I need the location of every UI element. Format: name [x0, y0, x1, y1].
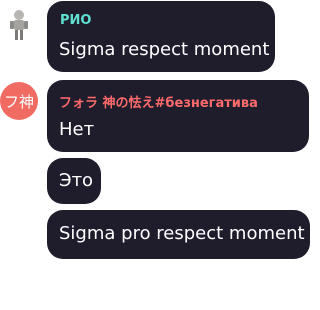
avatar-rio[interactable] [4, 8, 34, 44]
message-author[interactable]: フォラ 神の怯え#безнегатива [59, 92, 258, 111]
message-text: Sigma respect moment [59, 39, 270, 60]
message-text: Нет [59, 119, 95, 140]
message-author[interactable]: РИО [60, 13, 91, 28]
message-text: Sigma pro respect moment [59, 223, 305, 244]
message-bubble[interactable]: Это [47, 158, 101, 204]
message-bubble[interactable]: フォラ 神の怯え#безнегатива Нет [47, 80, 309, 152]
robot-figure-icon [10, 10, 28, 40]
message-bubble[interactable]: РИО Sigma respect moment [47, 1, 275, 72]
message-bubble[interactable]: Sigma pro respect moment [47, 210, 310, 259]
avatar-fora[interactable]: フ神 [0, 82, 38, 120]
avatar-initials: フ神 [3, 92, 34, 111]
message-text: Это [59, 170, 94, 191]
